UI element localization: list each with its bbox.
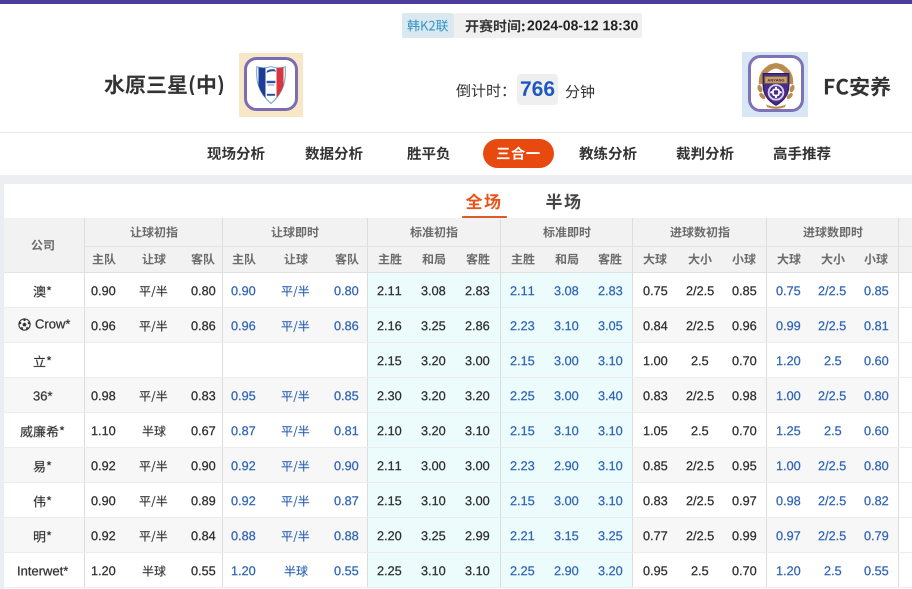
svg-text:ANYANG: ANYANG (767, 78, 784, 83)
